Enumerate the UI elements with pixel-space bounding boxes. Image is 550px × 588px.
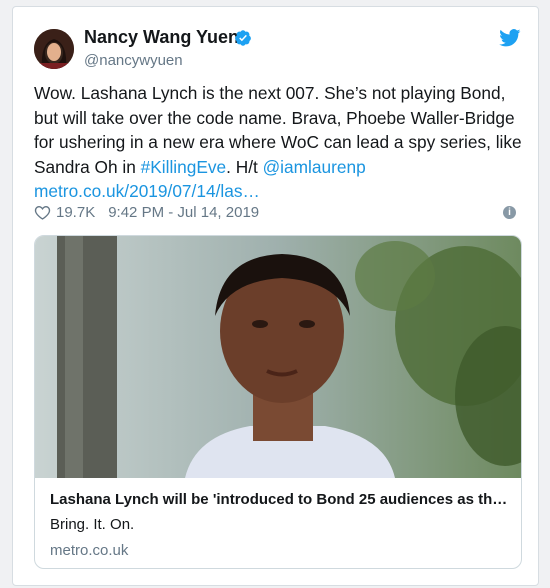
tweet-text-part: . H/t [226,156,263,177]
article-link[interactable]: metro.co.uk/2019/07/14/las… [34,181,260,201]
heart-icon[interactable] [34,205,51,220]
author-name[interactable]: Nancy Wang Yuen [84,27,239,48]
article-image [35,236,521,478]
timestamp[interactable]: 9:42 PM - Jul 14, 2019 [108,204,259,221]
info-icon[interactable]: i [503,206,516,219]
hashtag-link[interactable]: #KillingEve [141,157,227,177]
link-card-domain: metro.co.uk [50,542,129,559]
tweet-card: Nancy Wang Yuen @nancywyuen Wow. Lashana… [12,6,539,586]
author-handle[interactable]: @nancywyuen [84,52,183,69]
avatar[interactable] [34,29,74,69]
like-count[interactable]: 19.7K [56,204,95,221]
tweet-meta: 19.7K 9:42 PM - Jul 14, 2019 [34,204,259,221]
mention-link[interactable]: @iamlaurenp [263,157,366,177]
verified-badge-icon [235,30,251,46]
tweet-text: Wow. Lashana Lynch is the next 007. She’… [34,81,524,204]
link-card-description: Bring. It. On. [50,516,135,533]
twitter-bird-icon[interactable] [499,29,521,47]
link-preview-card[interactable]: Lashana Lynch will be 'introduced to Bon… [34,235,522,569]
link-card-title[interactable]: Lashana Lynch will be 'introduced to Bon… [50,491,507,508]
